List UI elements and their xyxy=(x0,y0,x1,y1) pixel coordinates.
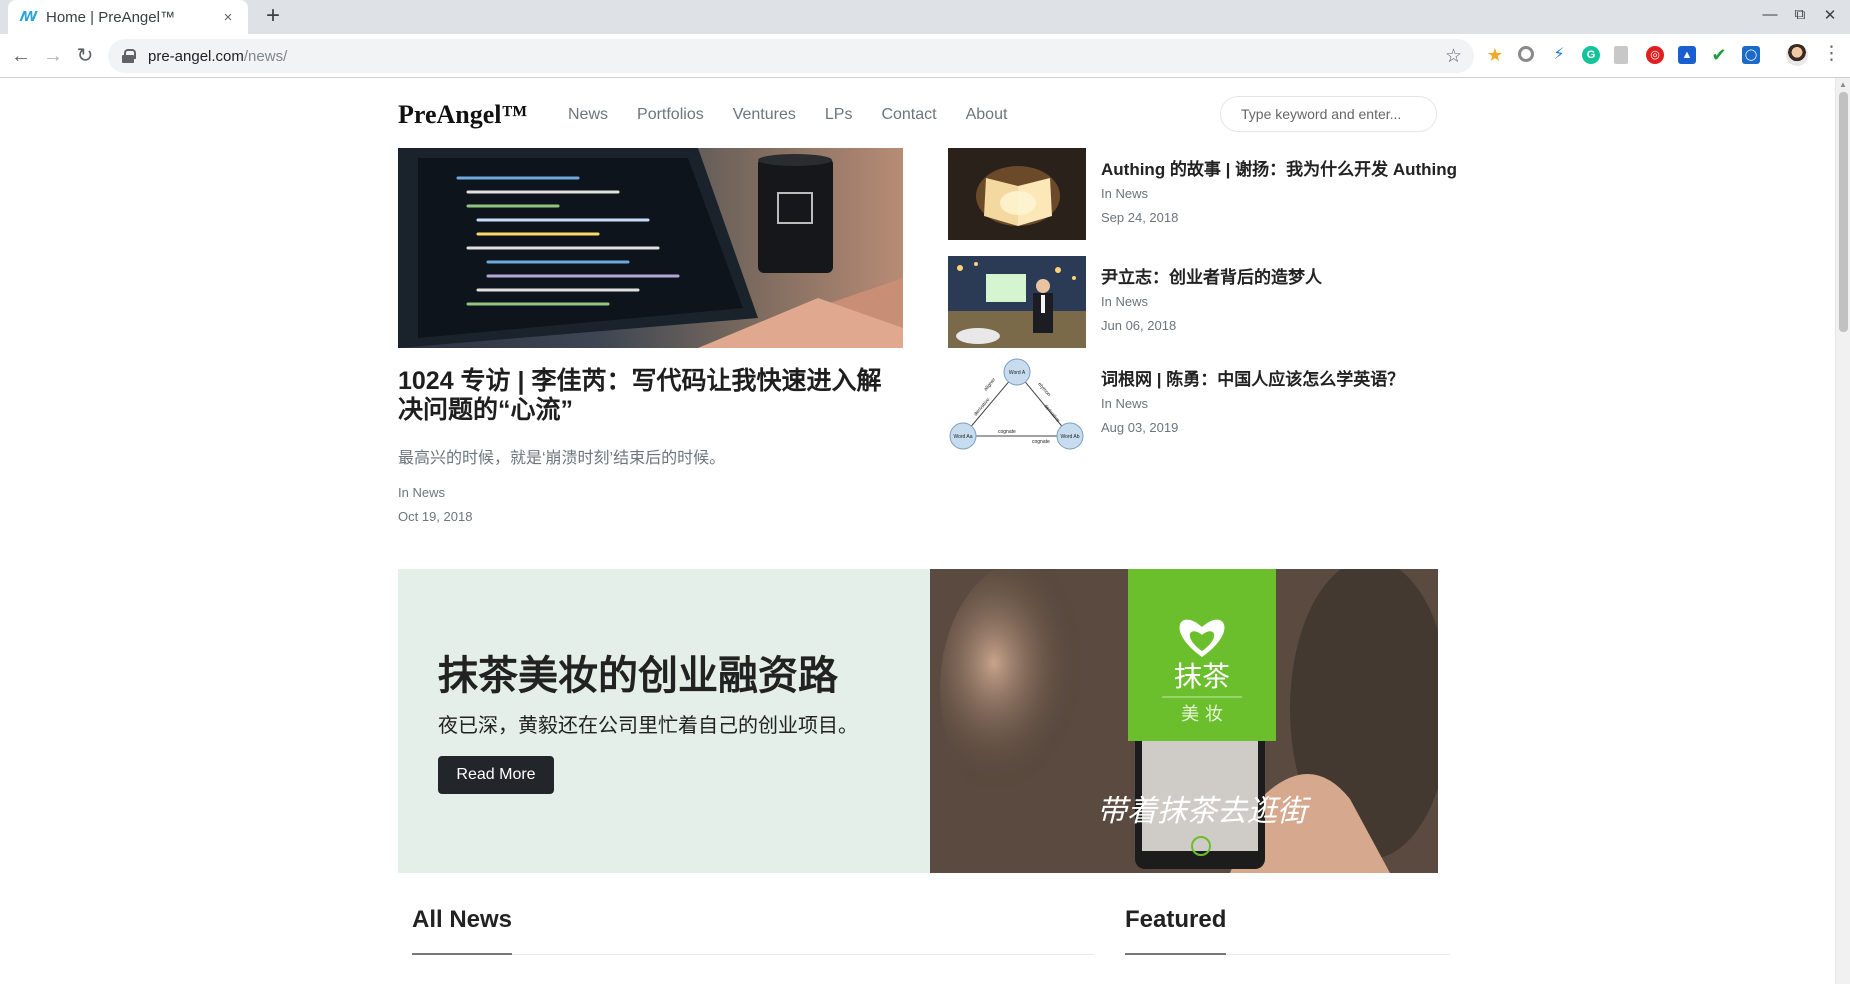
side-post-category[interactable]: In News xyxy=(1101,294,1148,309)
address-bar[interactable]: pre-angel.com /news/ ☆ xyxy=(108,39,1474,73)
banner-image[interactable]: 抹茶 美 妆 带着抹茶去逛街 xyxy=(930,569,1438,873)
side-post-category[interactable]: In News xyxy=(1101,396,1148,411)
extension-blue-icon[interactable]: ◯ xyxy=(1742,46,1760,64)
url-host: pre-angel.com xyxy=(148,47,244,65)
side-post-title[interactable]: 词根网 | 陈勇：中国人应该怎么学英语？ xyxy=(1101,365,1404,390)
side-post-title[interactable]: Authing 的故事 | 谢扬：我为什么开发 Authing xyxy=(1101,155,1457,180)
side-post[interactable]: Word A Word Aa Word Ab aligner derivativ… xyxy=(948,358,1438,450)
side-post-date: Jun 06, 2018 xyxy=(1101,318,1177,333)
site-nav: News Portfolios Ventures LPs Contact Abo… xyxy=(568,106,1036,124)
word-root-diagram: Word A Word Aa Word Ab aligner derivativ… xyxy=(948,358,1086,450)
read-more-button[interactable]: Read More xyxy=(438,756,554,794)
diagram-edge-label: cognate xyxy=(1032,439,1050,445)
featured-heading: Featured xyxy=(1125,906,1227,933)
close-window-icon[interactable]: ✕ xyxy=(1818,6,1842,24)
nav-ventures[interactable]: Ventures xyxy=(733,106,796,124)
extension-bolt-icon[interactable]: ⚡ xyxy=(1550,46,1568,64)
reload-icon[interactable]: ↻ xyxy=(72,43,98,69)
promo-banner: 抹茶美妆的创业融资路 夜已深，黄毅还在公司里忙着自己的创业项目。 Read Mo… xyxy=(398,569,1438,873)
side-post-date: Aug 03, 2019 xyxy=(1101,420,1179,435)
laptop-coding-illustration xyxy=(398,148,903,348)
extension-check-icon[interactable]: ✔ xyxy=(1710,46,1728,64)
browser-tab-strip: ꟿ Home | PreAngel™ × + — ⧉ ✕ xyxy=(0,0,1850,34)
side-post-title[interactable]: 尹立志：创业者背后的造梦人 xyxy=(1101,263,1322,288)
featured-post-date: Oct 19, 2018 xyxy=(398,509,473,524)
scrollbar-thumb[interactable] xyxy=(1839,92,1848,332)
glowing-book-image xyxy=(948,148,1086,240)
forward-icon[interactable]: → xyxy=(40,43,66,69)
all-news-divider xyxy=(412,954,1094,955)
extension-doc-icon[interactable] xyxy=(1614,46,1628,64)
side-post-date: Sep 24, 2018 xyxy=(1101,210,1179,225)
nav-portfolios[interactable]: Portfolios xyxy=(637,106,704,124)
featured-post-title[interactable]: 1024 专访 | 李佳芮：写代码让我快速进入解决问题的“心流” xyxy=(398,367,903,425)
side-post-thumbnail[interactable]: Word A Word Aa Word Ab aligner derivativ… xyxy=(948,358,1086,450)
diagram-node-right: Word Ab xyxy=(1060,434,1079,440)
nav-contact[interactable]: Contact xyxy=(881,106,936,124)
site-favicon-icon: ꟿ xyxy=(20,9,38,24)
close-tab-icon[interactable]: × xyxy=(220,9,236,26)
banner-text: 夜已深，黄毅还在公司里忙着自己的创业项目。 xyxy=(438,715,858,737)
search-input[interactable] xyxy=(1220,96,1437,132)
new-tab-button[interactable]: + xyxy=(260,4,286,30)
bookmark-star-icon[interactable]: ☆ xyxy=(1445,45,1462,68)
back-icon[interactable]: ← xyxy=(8,43,34,69)
page-scrollbar[interactable]: ▲ xyxy=(1835,78,1850,984)
restore-icon[interactable]: ⧉ xyxy=(1788,6,1812,23)
extension-star-icon[interactable]: ★ xyxy=(1486,46,1504,64)
extension-red-icon[interactable]: ◎ xyxy=(1646,46,1664,64)
scroll-up-icon[interactable]: ▲ xyxy=(1839,80,1847,89)
side-post[interactable]: Authing 的故事 | 谢扬：我为什么开发 Authing In News … xyxy=(948,148,1457,240)
diagram-edge-label: cognate xyxy=(998,429,1016,435)
side-post-thumbnail[interactable] xyxy=(948,256,1086,348)
all-news-heading: All News xyxy=(412,906,513,933)
matcha-app-illustration: 抹茶 美 妆 带着抹茶去逛街 xyxy=(930,569,1438,873)
browser-menu-icon[interactable]: ⋮ xyxy=(1822,42,1841,65)
browser-toolbar: ← → ↻ pre-angel.com /news/ ☆ ★ ⚡ G ◎ ▲ ✔… xyxy=(0,34,1850,78)
extension-circle-icon[interactable] xyxy=(1518,46,1534,62)
featured-post-image[interactable] xyxy=(398,148,903,348)
extension-cap-icon[interactable]: ▲ xyxy=(1678,46,1696,64)
event-speaker-image xyxy=(948,256,1086,348)
diagram-node-top: Word A xyxy=(1009,370,1026,376)
browser-tab[interactable]: ꟿ Home | PreAngel™ × xyxy=(8,0,248,34)
minimize-icon[interactable]: — xyxy=(1758,6,1782,23)
profile-avatar[interactable] xyxy=(1786,44,1808,66)
site-logo[interactable]: PreAngel™ xyxy=(398,100,528,130)
nav-news[interactable]: News xyxy=(568,106,608,124)
featured-post-excerpt: 最高兴的时候，就是‘崩溃时刻’结束后的时候。 xyxy=(398,450,726,467)
banner-image-brand-sub: 美 妆 xyxy=(1181,704,1223,725)
lock-icon xyxy=(122,49,136,63)
page-viewport: PreAngel™ News Portfolios Ventures LPs C… xyxy=(0,78,1850,984)
side-post-category[interactable]: In News xyxy=(1101,186,1148,201)
nav-about[interactable]: About xyxy=(966,106,1008,124)
featured-underline xyxy=(1125,953,1226,955)
all-news-underline xyxy=(412,953,512,955)
side-post[interactable]: 尹立志：创业者背后的造梦人 In News Jun 06, 2018 xyxy=(948,256,1438,348)
featured-post-category[interactable]: In News xyxy=(398,485,445,500)
grammarly-icon[interactable]: G xyxy=(1582,46,1600,64)
diagram-node-left: Word Aa xyxy=(953,434,972,440)
side-post-thumbnail[interactable] xyxy=(948,148,1086,240)
banner-image-brand: 抹茶 xyxy=(1174,660,1230,693)
url-path: /news/ xyxy=(243,47,288,65)
nav-lps[interactable]: LPs xyxy=(825,106,853,124)
banner-image-slogan: 带着抹茶去逛街 xyxy=(1097,794,1312,829)
tab-title: Home | PreAngel™ xyxy=(46,8,175,26)
banner-title[interactable]: 抹茶美妆的创业融资路 xyxy=(438,643,838,701)
